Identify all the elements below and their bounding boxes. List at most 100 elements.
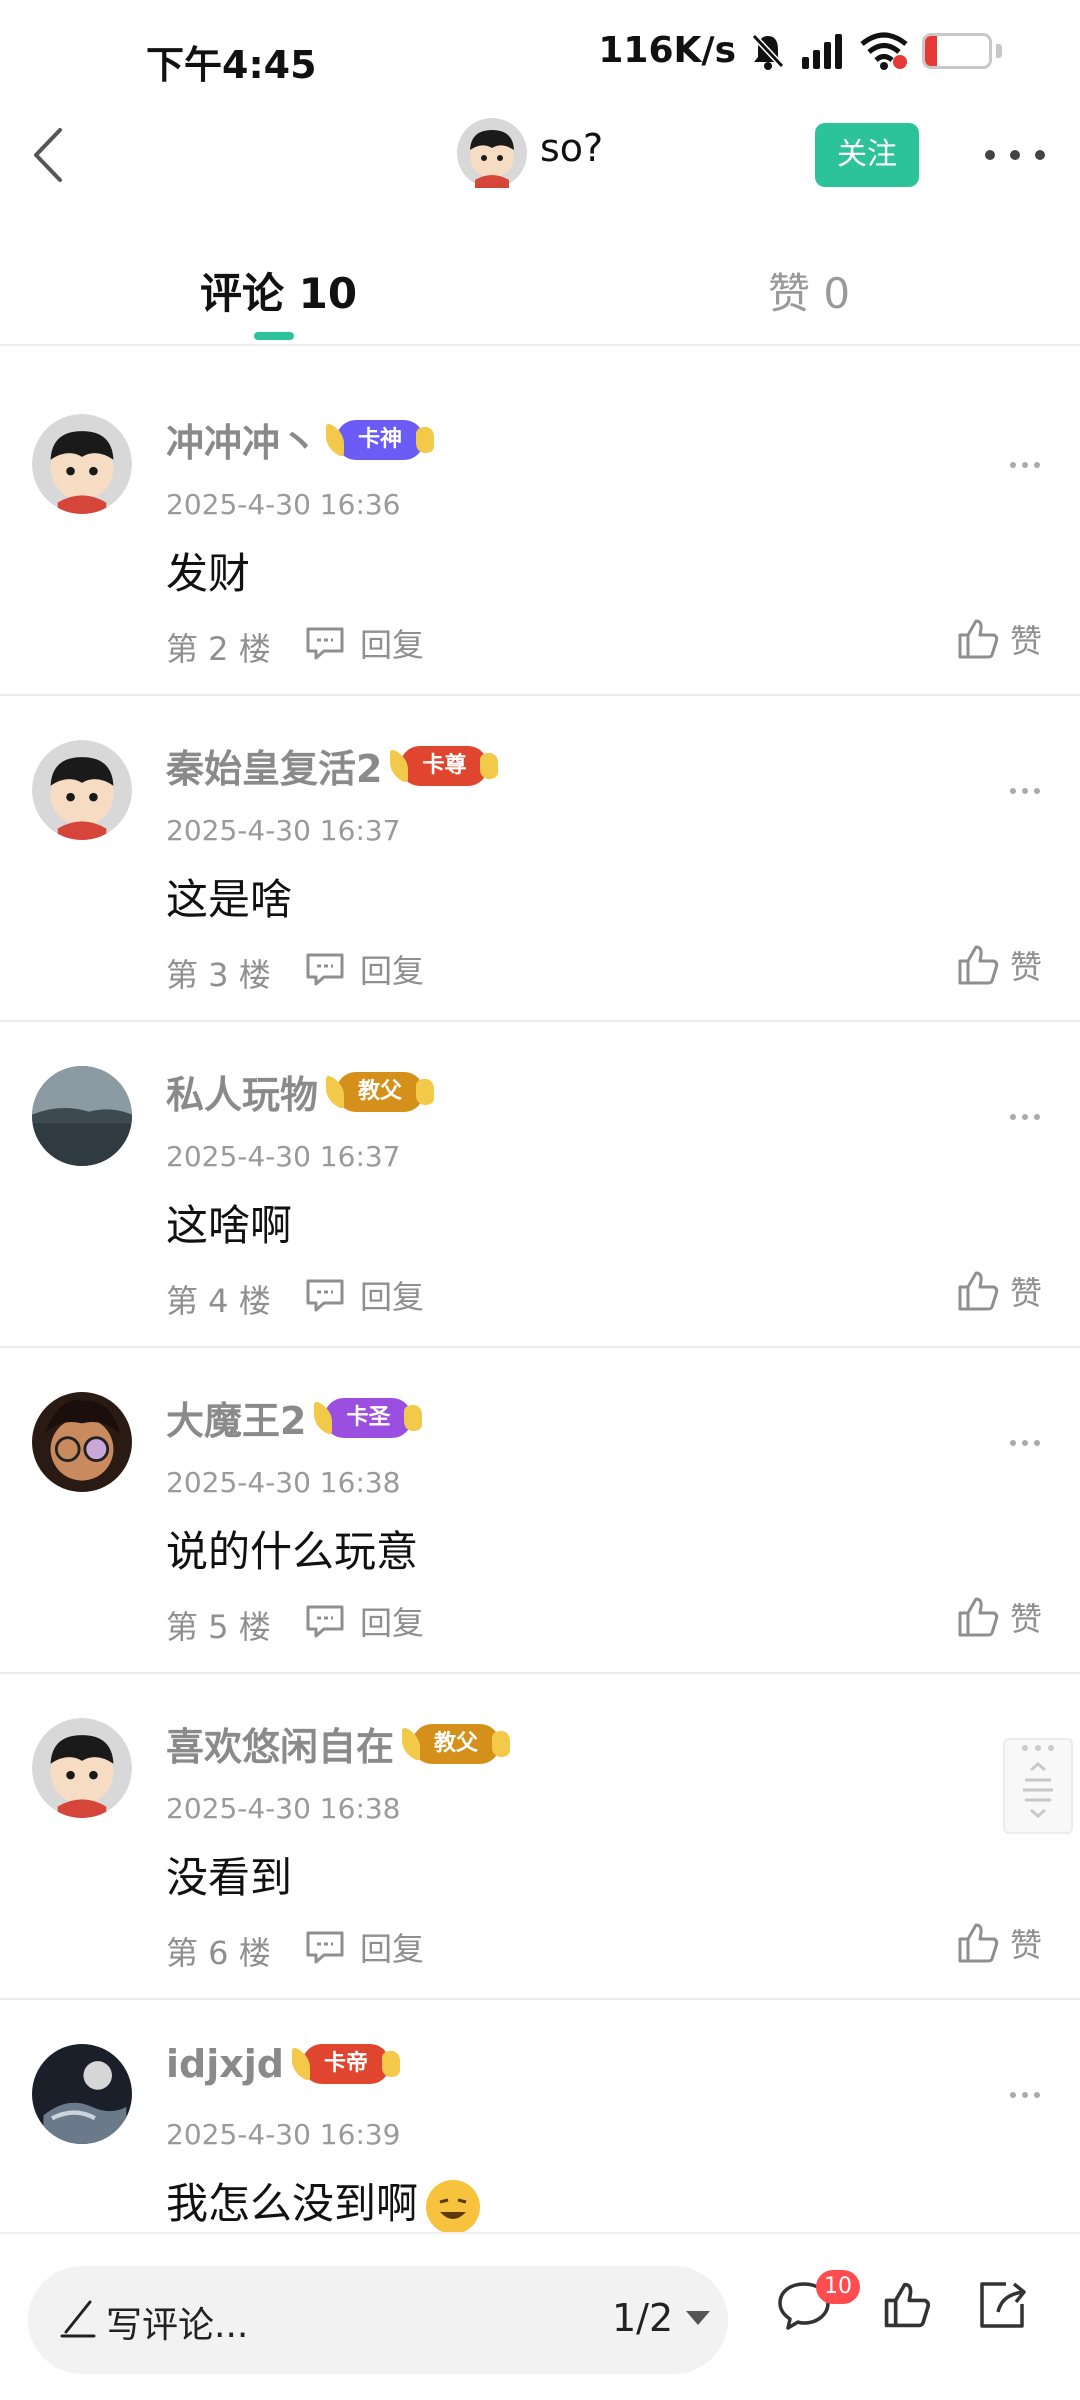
tab-likes[interactable]: 赞 0 [768,260,850,321]
user-badge: 卡神 [336,419,425,460]
reply-label: 回复 [360,1604,425,1642]
comment-more-button[interactable] [1010,788,1040,794]
dot [1034,788,1040,794]
comment-text: 我怎么没到啊 [166,2170,481,2234]
like-button[interactable]: 赞 [956,1920,1042,1966]
comment-item[interactable]: 喜欢悠闲自在 教父 2025-4-30 16:38 没看到 第 6 楼 回复 赞 [0,1674,1080,2000]
reply-icon [306,1605,344,1638]
comment-more-button[interactable] [1010,1440,1040,1446]
reply-button[interactable]: 回复 [304,620,424,666]
mute-bell-icon [751,33,785,70]
reply-label: 回复 [360,626,425,664]
dot [1010,788,1016,794]
comment-input[interactable]: 写评论... 1/2 [28,2266,728,2374]
comment-count-badge: 10 [816,2270,860,2304]
network-speed: 116K/s [598,30,736,71]
dot [1035,150,1045,160]
user-avatar[interactable] [32,1718,132,1818]
header-avatar[interactable] [457,118,527,192]
user-avatar[interactable] [32,740,132,840]
comment-text: 没看到 [166,1853,293,1902]
comment-user[interactable]: 大魔王2 卡圣 [166,1390,413,1445]
follow-button[interactable]: 关注 [815,123,919,187]
user-avatar[interactable] [32,1066,132,1166]
comment-date: 2025-4-30 16:37 [166,1140,401,1173]
share-icon[interactable] [976,2280,1030,2330]
user-badge: 教父 [412,1723,501,1764]
comment-username[interactable]: 秦始皇复活2 [166,738,382,793]
comment-item[interactable]: 秦始皇复活2 卡尊 2025-4-30 16:37 这是啥 第 3 楼 回复 赞 [0,696,1080,1022]
comment-item[interactable]: 大魔王2 卡圣 2025-4-30 16:38 说的什么玩意 第 5 楼 回复 … [0,1348,1080,1674]
reply-label: 回复 [360,952,425,990]
comment-user[interactable]: 冲冲冲丶 卡神 [166,412,425,467]
tab-comments[interactable]: 评论 10 [200,260,357,321]
comment-username[interactable]: 冲冲冲丶 [166,412,318,467]
dot [1034,2092,1040,2098]
dot [1010,1440,1016,1446]
user-badge: 卡帝 [302,2044,391,2084]
comment-text: 发财 [166,549,251,598]
scroll-to-top-widget[interactable] [1003,1738,1073,1834]
thumbs-up-icon [958,1271,999,1311]
thumbs-up-icon [958,1923,999,1963]
dot [1034,1114,1040,1120]
like-button[interactable]: 赞 [956,1268,1042,1314]
thumbs-up-icon [958,1597,999,1637]
comment-username[interactable]: 私人玩物 [166,1064,318,1119]
bottom-bar: 写评论... 1/2 10 [0,2232,1080,2400]
like-button[interactable]: 赞 [956,616,1042,662]
comment-user[interactable]: 秦始皇复活2 卡尊 [166,738,489,793]
reply-label: 回复 [360,1278,425,1316]
reply-button[interactable]: 回复 [304,1272,424,1318]
floor-number: 第 5 楼 [166,1608,271,1646]
dot [1022,462,1028,468]
dot [985,150,995,160]
reply-button[interactable]: 回复 [304,946,424,992]
more-options-button[interactable] [985,140,1045,170]
comment-more-button[interactable] [1010,462,1040,468]
comment-text: 这是啥 [166,875,293,924]
like-button[interactable]: 赞 [956,1594,1042,1640]
dot [1022,1114,1028,1120]
thumbs-up-icon[interactable] [882,2280,932,2330]
floor-number: 第 4 楼 [166,1282,271,1320]
user-avatar[interactable] [32,1392,132,1492]
dot [1010,2092,1016,2098]
like-label: 赞 [1010,1274,1043,1312]
comment-more-button[interactable] [1010,1114,1040,1120]
comment-date: 2025-4-30 16:39 [166,2118,401,2151]
laughing-emoji-icon [426,2179,481,2234]
comment-user[interactable]: 喜欢悠闲自在 教父 [166,1716,501,1771]
reply-button[interactable]: 回复 [304,1598,424,1644]
comment-username[interactable]: idjxjd [166,2042,284,2086]
caret-down-icon[interactable] [686,2311,710,2325]
comment-username[interactable]: 大魔王2 [166,1390,306,1445]
comment-item[interactable]: 私人玩物 教父 2025-4-30 16:37 这啥啊 第 4 楼 回复 赞 [0,1022,1080,1348]
reply-button[interactable]: 回复 [304,1924,424,1970]
battery-level: 18 [938,35,976,66]
active-tab-indicator [254,332,294,340]
comment-item[interactable]: 冲冲冲丶 卡神 2025-4-30 16:36 发财 第 2 楼 回复 赞 [0,370,1080,696]
comment-more-button[interactable] [1010,2092,1040,2098]
comment-text: 这啥啊 [166,1201,293,1250]
dot [1022,2092,1028,2098]
status-bar: 下午4:45 116K/s 18 [0,0,1080,118]
comment-user[interactable]: idjxjd 卡帝 [166,2042,391,2086]
like-button[interactable]: 赞 [956,942,1042,988]
user-avatar[interactable] [32,2044,132,2144]
comment-text: 说的什么玩意 [166,1527,419,1576]
header-username[interactable]: so? [540,126,603,170]
dot [1010,462,1016,468]
scroll-handle-icon [1022,1745,1054,1818]
wifi-icon [860,32,908,70]
dot [1010,1114,1016,1120]
page-indicator[interactable]: 1/2 [612,2296,673,2340]
signal-icon [802,33,842,69]
back-button[interactable] [18,110,78,200]
comment-placeholder: 写评论... [106,2305,249,2346]
comment-user[interactable]: 私人玩物 教父 [166,1064,425,1119]
floor-number: 第 6 楼 [166,1934,271,1972]
user-avatar[interactable] [32,414,132,514]
reply-icon [306,1279,344,1312]
comment-username[interactable]: 喜欢悠闲自在 [166,1716,394,1771]
